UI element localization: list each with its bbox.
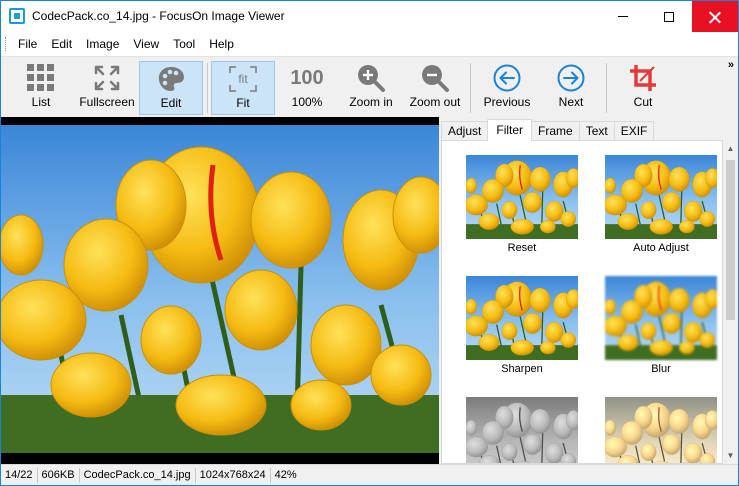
filter-thumbnail [466,397,578,463]
filter-label: Reset [507,242,537,254]
zoom-in-icon [356,61,386,95]
status-file-size: 606KB [38,467,80,483]
filter-label: Blur [651,363,671,375]
minimize-icon [618,16,628,17]
zoom-100-label: 100% [291,95,323,109]
menu-bar: File Edit Image View Tool Help [1,32,738,56]
app-logo-icon [9,8,25,24]
status-dimensions: 1024x768x24 [196,467,271,483]
menu-file[interactable]: File [11,32,44,56]
filter-scrollbar[interactable]: ▲ ▼ [723,140,738,464]
fullscreen-label: Fullscreen [79,95,135,109]
close-icon [709,11,721,23]
filter-label: Sharpen [501,363,543,375]
toolbar-overflow-icon[interactable]: » [728,59,734,71]
title-bar: CodecPack.co_14.jpg - FocusOn Image View… [1,1,738,32]
fit-label: Fit [236,96,250,110]
filter-blur[interactable]: Blur [605,276,717,375]
filter-sharpen[interactable]: Sharpen [466,276,578,375]
list-button[interactable]: List [7,61,75,115]
list-label: List [31,95,51,109]
image-viewer[interactable] [1,117,439,464]
zoom-in-label: Zoom in [349,95,393,109]
filter-thumbnail [605,276,717,360]
menu-tool[interactable]: Tool [166,32,202,56]
menu-help[interactable]: Help [202,32,241,56]
edit-button[interactable]: Edit [139,61,203,115]
zoom-out-icon [420,61,450,95]
toolbar: List Fullscreen Edit fit Fit 100 100% Zo… [1,56,738,117]
arrow-left-icon [492,61,522,95]
previous-label: Previous [483,95,531,109]
maximize-icon [664,11,674,22]
scroll-up-icon[interactable]: ▲ [723,140,738,157]
side-panel: Adjust Filter Frame Text EXIF Reset Auto… [439,117,738,464]
filter-thumbnail [466,155,578,239]
palette-icon [156,62,186,96]
grid-icon [26,61,56,95]
filter-list: Reset Auto Adjust Sharpen Blur [441,140,723,464]
cut-button[interactable]: Cut [611,61,675,115]
filter-reset[interactable]: Reset [466,155,578,254]
status-zoom: 42% [274,468,297,481]
filter-grayscale[interactable] [466,397,578,463]
app-window: CodecPack.co_14.jpg - FocusOn Image View… [0,0,739,486]
filter-auto-adjust[interactable]: Auto Adjust [605,155,717,254]
fit-button[interactable]: fit Fit [211,61,275,115]
close-button[interactable] [692,1,738,32]
scroll-down-icon[interactable]: ▼ [723,447,738,464]
cut-label: Cut [633,95,653,109]
tab-filter[interactable]: Filter [487,119,533,141]
scrollbar-thumb[interactable] [726,160,735,320]
toolbar-separator [207,63,208,113]
toolbar-separator [606,63,607,113]
menu-view[interactable]: View [126,32,166,56]
fullscreen-button[interactable]: Fullscreen [75,61,139,115]
next-button[interactable]: Next [539,61,603,115]
actual-size-icon: 100 [290,61,323,95]
zoom-in-button[interactable]: Zoom in [339,61,403,115]
filter-thumbnail [605,155,717,239]
status-position: 14/22 [1,467,38,483]
maximize-button[interactable] [646,1,692,32]
arrow-right-icon [556,61,586,95]
status-bar: 14/22 606KB CodecPack.co_14.jpg 1024x768… [1,464,738,485]
toolbar-separator [470,63,471,113]
previous-button[interactable]: Previous [475,61,539,115]
minimize-button[interactable] [600,1,646,32]
menu-edit[interactable]: Edit [44,32,79,56]
photo-tulips [1,125,439,453]
filter-thumbnail [466,276,578,360]
zoom-100-button[interactable]: 100 100% [275,61,339,115]
tab-text[interactable]: Text [578,121,615,141]
panel-tabs: Adjust Filter Frame Text EXIF [441,119,655,141]
status-filename: CodecPack.co_14.jpg [80,467,196,483]
window-title: CodecPack.co_14.jpg - FocusOn Image View… [32,9,285,23]
fit-icon: fit [228,62,258,96]
filter-thumbnail [605,397,717,463]
menu-image[interactable]: Image [79,32,126,56]
filter-label: Auto Adjust [633,242,689,254]
crop-icon [628,61,658,95]
zoom-out-button[interactable]: Zoom out [403,61,467,115]
next-label: Next [558,95,584,109]
filter-sepia[interactable] [605,397,717,463]
tab-adjust[interactable]: Adjust [441,121,489,141]
zoom-out-label: Zoom out [409,95,461,109]
edit-label: Edit [160,96,182,110]
fit-icon-text: fit [238,72,248,86]
tab-exif[interactable]: EXIF [613,121,655,141]
fullscreen-icon [93,61,121,95]
tab-frame[interactable]: Frame [531,121,580,141]
actual-size-icon-text: 100 [290,66,324,89]
